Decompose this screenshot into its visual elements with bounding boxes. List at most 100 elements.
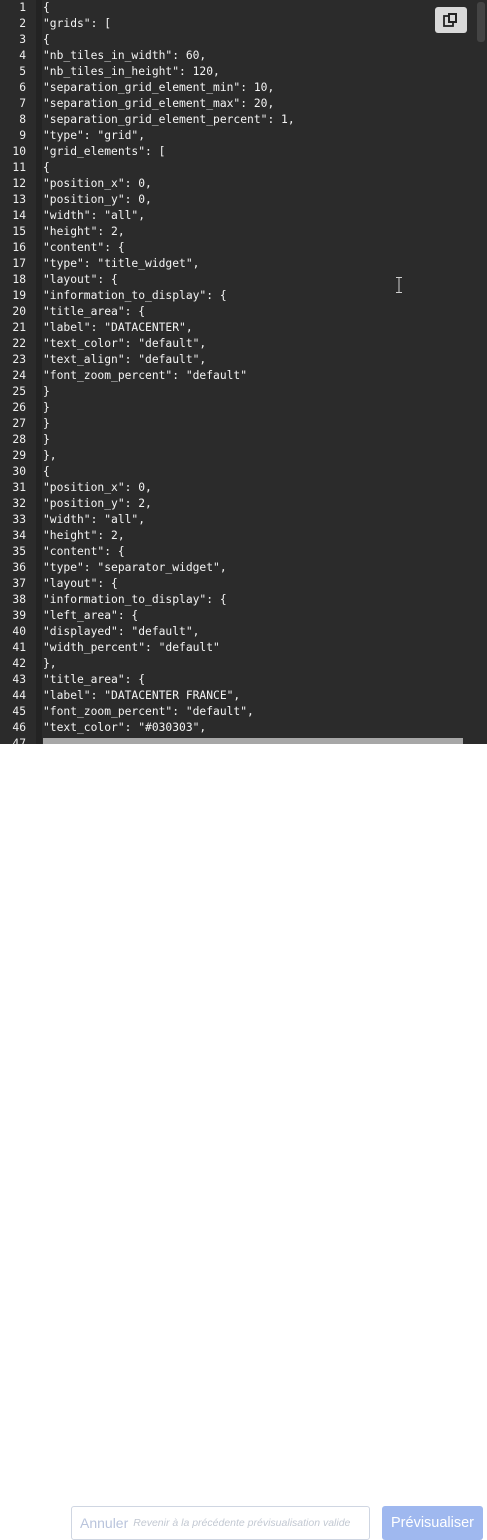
code-text[interactable]: "title_area": { (43, 304, 145, 320)
code-text[interactable]: } (43, 384, 50, 400)
code-text[interactable]: { (43, 0, 50, 16)
code-line[interactable]: 25} (0, 384, 487, 400)
code-text[interactable]: "position_y": 2, (43, 496, 152, 512)
code-text[interactable]: { (43, 32, 50, 48)
code-text[interactable]: "displayed": "default", (43, 624, 199, 640)
code-text[interactable]: "height": 2, (43, 224, 125, 240)
code-line[interactable]: 15 "height": 2, (0, 224, 487, 240)
code-text[interactable]: } (43, 416, 50, 432)
code-text[interactable]: "width": "all", (43, 512, 145, 528)
code-line[interactable]: 44 "label": "DATACENTER FRANCE", (0, 688, 487, 704)
code-text[interactable]: "content": { (43, 544, 125, 560)
code-text[interactable]: "position_y": 0, (43, 192, 152, 208)
code-text[interactable]: } (43, 432, 50, 448)
code-text[interactable]: "width": "all", (43, 208, 145, 224)
code-line[interactable]: 41 "width_percent": "default" (0, 640, 487, 656)
code-line[interactable]: 37 "layout": { (0, 576, 487, 592)
code-line[interactable]: 23 "text_align": "default", (0, 352, 487, 368)
vertical-scroll-thumb[interactable] (477, 2, 485, 42)
code-text[interactable]: "text_color": "default", (43, 336, 206, 352)
code-text[interactable]: { (43, 160, 50, 176)
vertical-scrollbar[interactable] (474, 0, 487, 744)
code-text[interactable]: "height": 2, (43, 528, 125, 544)
code-text[interactable]: "separation_grid_element_min": 10, (43, 80, 274, 96)
code-text[interactable]: "left_area": { (43, 608, 138, 624)
code-line[interactable]: 17 "type": "title_widget", (0, 256, 487, 272)
code-line[interactable]: 2 "grids": [ (0, 16, 487, 32)
code-text[interactable]: "label": "DATACENTER FRANCE", (43, 688, 240, 704)
copy-button[interactable] (435, 7, 467, 33)
code-line[interactable]: 19 "information_to_display": { (0, 288, 487, 304)
code-line[interactable]: 4 "nb_tiles_in_width": 60, (0, 48, 487, 64)
code-text[interactable]: "information_to_display": { (43, 592, 227, 608)
code-line[interactable]: 27} (0, 416, 487, 432)
code-text[interactable]: "nb_tiles_in_width": 60, (43, 48, 206, 64)
code-lines[interactable]: 1{2 "grids": [3{4 "nb_tiles_in_width": 60,… (0, 0, 487, 744)
code-line[interactable]: 30 { (0, 464, 487, 480)
code-text[interactable]: "text_color": "#030303", (43, 720, 206, 736)
code-text[interactable]: "label": "DATACENTER", (43, 320, 193, 336)
code-line[interactable]: 13 "position_y": 0, (0, 192, 487, 208)
code-line[interactable]: 20 "title_area": { (0, 304, 487, 320)
code-line[interactable]: 43 "title_area": { (0, 672, 487, 688)
code-text[interactable]: "position_x": 0, (43, 480, 152, 496)
code-line[interactable]: 3{ (0, 32, 487, 48)
code-line[interactable]: 14 "width": "all", (0, 208, 487, 224)
json-editor[interactable]: 1{2 "grids": [3{4 "nb_tiles_in_width": 60,… (0, 0, 487, 744)
code-line[interactable]: 34 "height": 2, (0, 528, 487, 544)
code-text[interactable]: "layout": { (43, 272, 118, 288)
code-line[interactable]: 42}, (0, 656, 487, 672)
code-line[interactable]: 1{ (0, 0, 487, 16)
code-text[interactable]: "type": "grid", (43, 128, 145, 144)
code-line[interactable]: 7 "separation_grid_element_max": 20, (0, 96, 487, 112)
code-text[interactable]: "width_percent": "default" (43, 640, 220, 656)
code-line[interactable]: 5 "nb_tiles_in_height": 120, (0, 64, 487, 80)
code-line[interactable]: 21 "label": "DATACENTER", (0, 320, 487, 336)
cancel-button[interactable]: Annuler (80, 1515, 128, 1531)
code-text[interactable]: "type": "separator_widget", (43, 560, 227, 576)
code-text[interactable]: "information_to_display": { (43, 288, 227, 304)
code-line[interactable]: 8 "separation_grid_element_percent": 1, (0, 112, 487, 128)
code-text[interactable]: "position_x": 0, (43, 176, 152, 192)
code-line[interactable]: 11 { (0, 160, 487, 176)
code-text[interactable]: { (43, 464, 50, 480)
code-line[interactable]: 10 "grid_elements": [ (0, 144, 487, 160)
code-line[interactable]: 18 "layout": { (0, 272, 487, 288)
code-line[interactable]: 35 "content": { (0, 544, 487, 560)
code-text[interactable]: "separation_grid_element_max": 20, (43, 96, 274, 112)
code-text[interactable]: "type": "title_widget", (43, 256, 199, 272)
code-text[interactable]: "nb_tiles_in_height": 120, (43, 64, 220, 80)
code-line[interactable]: 40 "displayed": "default", (0, 624, 487, 640)
code-line[interactable]: 24 "font_zoom_percent": "default" (0, 368, 487, 384)
code-line[interactable]: 36 "type": "separator_widget", (0, 560, 487, 576)
code-line[interactable]: 6 "separation_grid_element_min": 10, (0, 80, 487, 96)
code-text[interactable]: "title_area": { (43, 672, 145, 688)
revert-field[interactable]: Annuler Revenir à la précédente prévisua… (71, 1506, 370, 1540)
code-text[interactable]: "font_zoom_percent": "default", (43, 704, 254, 720)
code-text[interactable]: "content": { (43, 240, 125, 256)
code-line[interactable]: 26} (0, 400, 487, 416)
code-line[interactable]: 16 "content": { (0, 240, 487, 256)
code-line[interactable]: 39 "left_area": { (0, 608, 487, 624)
code-text[interactable]: "font_zoom_percent": "default" (43, 368, 247, 384)
code-line[interactable]: 45 "font_zoom_percent": "default", (0, 704, 487, 720)
code-line[interactable]: 32 "position_y": 2, (0, 496, 487, 512)
code-line[interactable]: 12 "position_x": 0, (0, 176, 487, 192)
code-line[interactable]: 9 "type": "grid", (0, 128, 487, 144)
code-text[interactable]: "grids": [ (43, 16, 111, 32)
code-text[interactable]: } (43, 400, 50, 416)
code-line[interactable]: 38 "information_to_display": { (0, 592, 487, 608)
code-line[interactable]: 46 "text_color": "#030303", (0, 720, 487, 736)
code-text[interactable]: "text_align": "default", (43, 352, 206, 368)
code-text[interactable]: }, (43, 448, 57, 464)
code-line[interactable]: 33 "width": "all", (0, 512, 487, 528)
code-text[interactable]: "layout": { (43, 576, 118, 592)
code-line[interactable]: 31 "position_x": 0, (0, 480, 487, 496)
code-line[interactable]: 29}, (0, 448, 487, 464)
code-line[interactable]: 22 "text_color": "default", (0, 336, 487, 352)
code-text[interactable]: "grid_elements": [ (43, 144, 165, 160)
code-line[interactable]: 28} (0, 432, 487, 448)
preview-button[interactable]: Prévisualiser (382, 1506, 483, 1540)
code-text[interactable]: "separation_grid_element_percent": 1, (43, 112, 295, 128)
code-text[interactable]: }, (43, 656, 57, 672)
